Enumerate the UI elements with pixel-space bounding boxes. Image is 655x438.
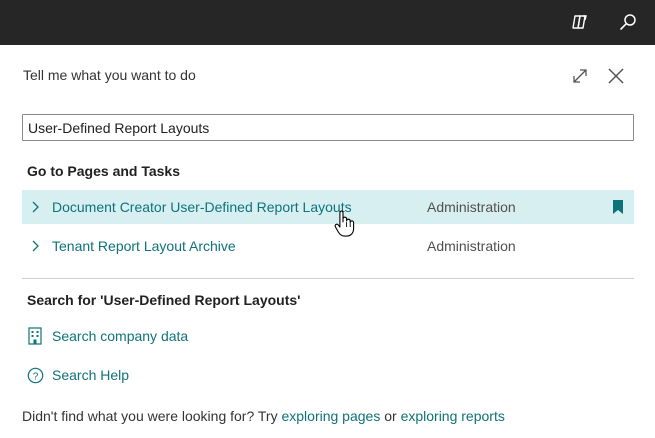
link-label[interactable]: Search Help <box>52 367 129 383</box>
divider <box>22 278 634 279</box>
section-heading-pages: Go to Pages and Tasks <box>27 163 181 179</box>
chevron-right-icon <box>23 200 47 214</box>
search-icon <box>620 14 636 30</box>
link-label[interactable]: Search company data <box>52 328 188 344</box>
section-heading-search: Search for 'User-Defined Report Layouts' <box>27 292 301 308</box>
global-search-button[interactable] <box>614 8 642 36</box>
close-button[interactable] <box>604 64 628 88</box>
exploring-pages-link[interactable]: exploring pages <box>281 408 380 424</box>
result-row[interactable]: Document Creator User-Defined Report Lay… <box>22 190 634 224</box>
building-icon <box>26 327 44 345</box>
result-name[interactable]: Document Creator User-Defined Report Lay… <box>52 199 352 215</box>
tell-me-search-input[interactable] <box>22 114 634 141</box>
top-bar <box>0 0 655 45</box>
bookmark-icon[interactable] <box>611 198 625 216</box>
result-category: Administration <box>427 199 516 215</box>
footer-text: Didn't find what you were looking for? T… <box>22 408 505 424</box>
copilot-icon <box>572 15 587 29</box>
exploring-reports-link[interactable]: exploring reports <box>401 408 505 424</box>
result-category: Administration <box>427 238 516 254</box>
copilot-button[interactable] <box>566 8 594 36</box>
close-icon <box>608 68 624 84</box>
expand-button[interactable] <box>568 64 592 88</box>
expand-icon <box>573 69 587 83</box>
footer-prefix: Didn't find what you were looking for? T… <box>22 408 282 424</box>
search-company-data-link[interactable]: Search company data <box>26 325 188 347</box>
help-circle-icon: ? <box>26 367 44 384</box>
chevron-right-icon <box>23 239 47 253</box>
dialog-title: Tell me what you want to do <box>23 67 196 83</box>
svg-text:?: ? <box>32 371 38 382</box>
footer-middle: or <box>380 408 401 424</box>
result-name[interactable]: Tenant Report Layout Archive <box>52 238 236 254</box>
search-help-link[interactable]: ? Search Help <box>26 364 129 386</box>
result-row[interactable]: Tenant Report Layout Archive Administrat… <box>22 229 634 263</box>
